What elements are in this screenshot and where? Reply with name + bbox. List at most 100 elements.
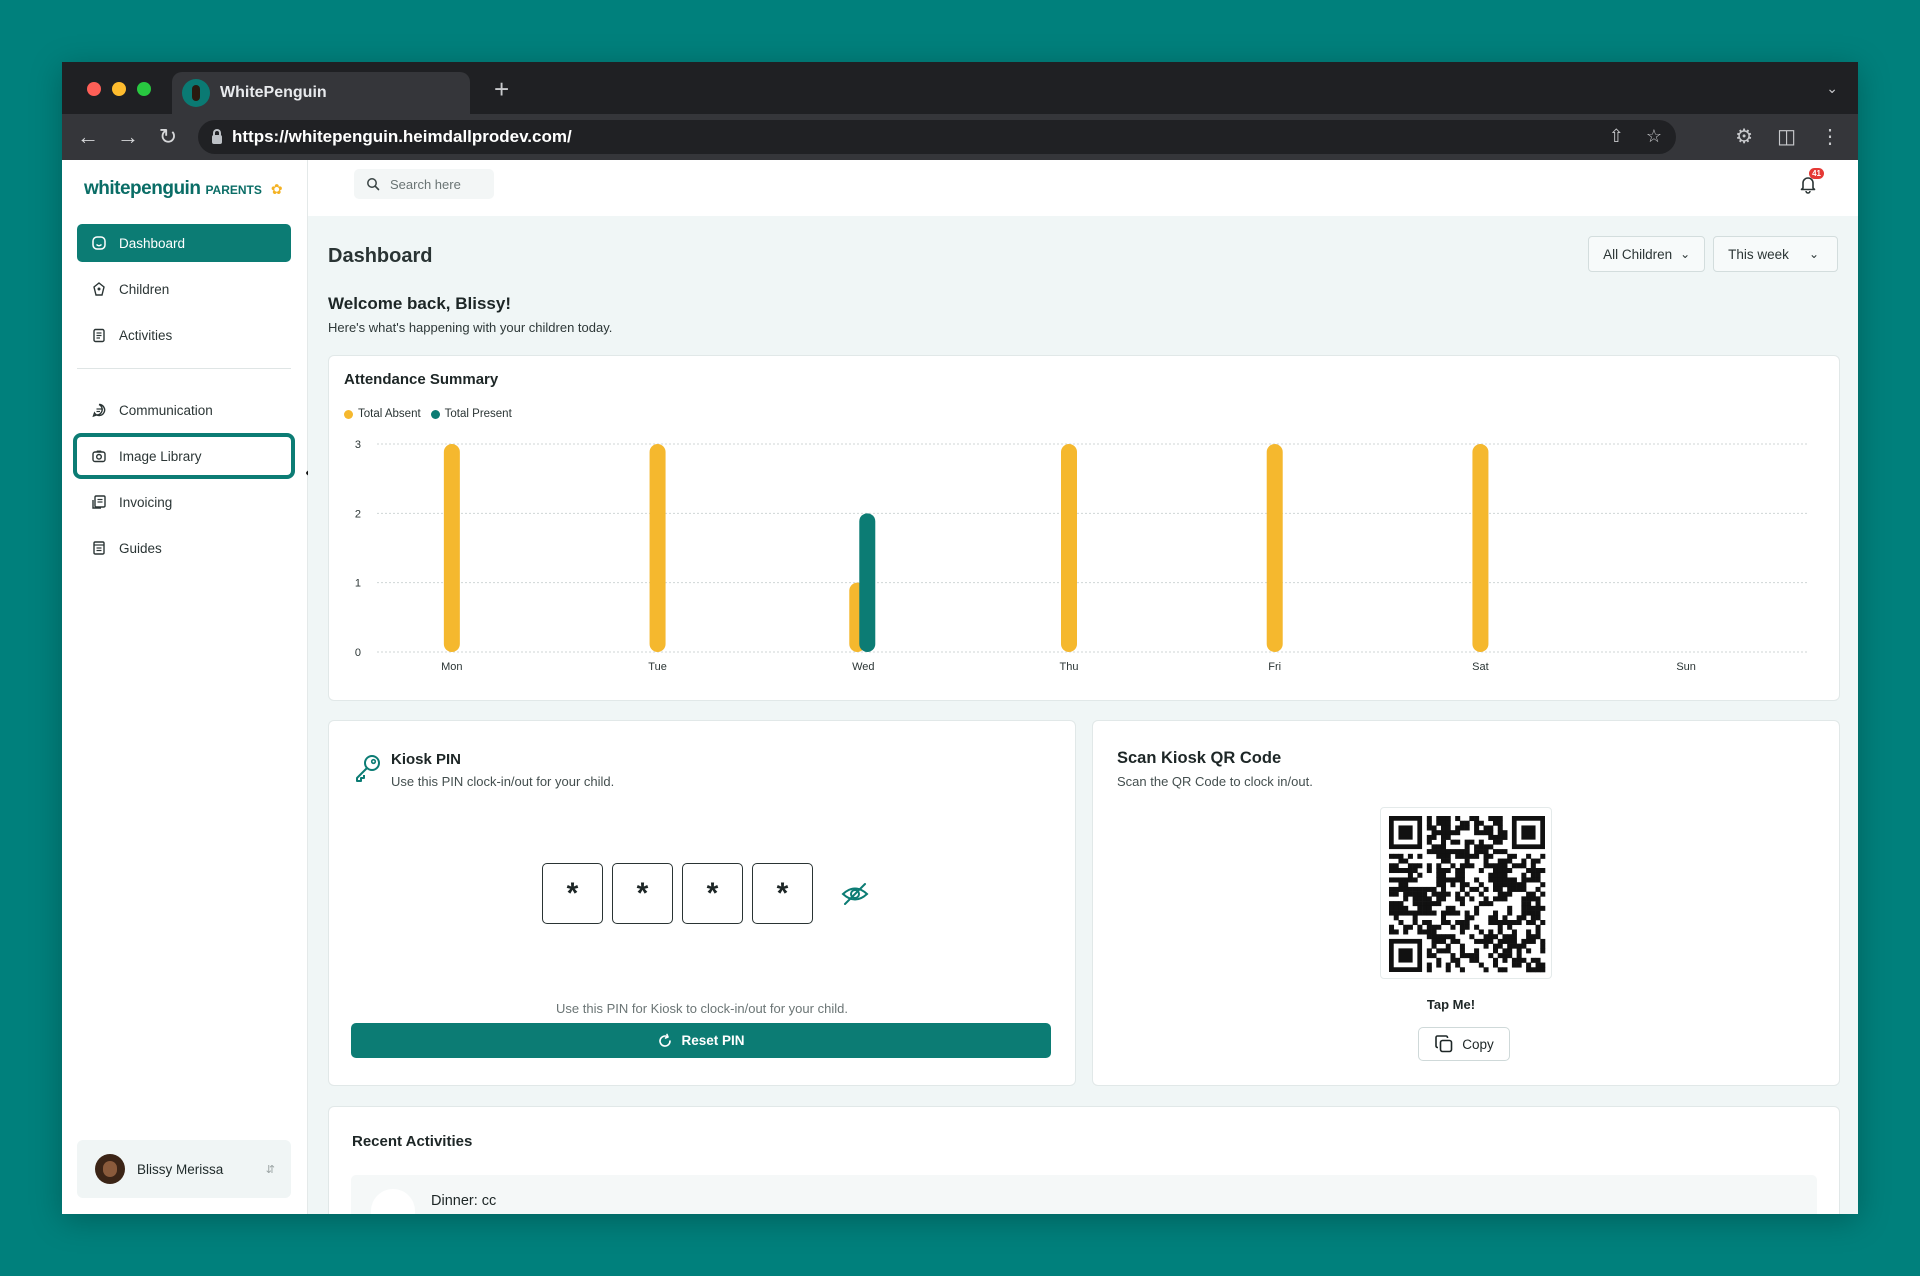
favicon-icon	[182, 79, 210, 107]
x-tick-label: Wed	[852, 661, 874, 673]
pin-display: * * * *	[542, 863, 870, 924]
kiosk-pin-subtitle: Use this PIN clock-in/out for your child…	[391, 774, 615, 789]
back-arrow-icon[interactable]: ←	[68, 124, 108, 150]
minimize-window-button[interactable]	[112, 82, 126, 96]
welcome-title: Welcome back, Blissy!	[328, 294, 511, 313]
y-tick-label: 1	[355, 578, 361, 590]
bar-absent-sat[interactable]	[1472, 444, 1489, 652]
user-menu[interactable]: Blissy Merissa ⇵	[77, 1140, 291, 1198]
y-tick-label: 3	[355, 439, 361, 451]
y-tick-label: 2	[355, 508, 361, 520]
sidebar-nav: Dashboard Children Activities Communicat…	[77, 224, 291, 575]
sidebar-item-dashboard[interactable]: Dashboard	[77, 224, 291, 262]
kiosk-qr-header: Scan Kiosk QR Code Scan the QR Code to c…	[1117, 749, 1313, 789]
url-text[interactable]: https://whitepenguin.heimdallprodev.com/	[232, 127, 572, 147]
reload-icon[interactable]: ↻	[148, 124, 188, 150]
tap-me-label[interactable]: Tap Me!	[1093, 997, 1839, 1012]
award-badge-icon: ✿	[270, 181, 283, 197]
forward-arrow-icon[interactable]: →	[108, 124, 148, 150]
pin-digit: *	[612, 863, 673, 924]
reset-pin-button[interactable]: Reset PIN	[351, 1023, 1051, 1058]
children-filter-dropdown[interactable]: All Children ⌄	[1588, 236, 1706, 272]
x-tick-label: Thu	[1060, 661, 1079, 673]
extensions-puzzle-icon[interactable]: ⚙	[1735, 124, 1753, 149]
browser-tab[interactable]: WhitePenguin	[172, 72, 470, 114]
sidebar-item-label: Dashboard	[119, 235, 186, 251]
close-window-button[interactable]	[87, 82, 101, 96]
sidebar-item-guides[interactable]: Guides	[77, 529, 291, 567]
sidebar-item-communication[interactable]: Communication	[77, 391, 291, 429]
camera-icon	[92, 450, 106, 463]
kiosk-pin-header: Kiosk PIN Use this PIN clock-in/out for …	[391, 751, 614, 789]
side-panel-icon[interactable]: ◫	[1777, 124, 1796, 149]
sidebar-item-children[interactable]: Children	[77, 270, 291, 308]
sidebar-item-invoicing[interactable]: Invoicing	[77, 483, 291, 521]
x-tick-label: Fri	[1268, 661, 1281, 673]
brand-name: whitepenguin	[84, 178, 201, 199]
sidebar-item-label: Image Library	[119, 448, 202, 464]
bar-absent-mon[interactable]	[443, 444, 460, 652]
kiosk-qr-title: Scan Kiosk QR Code	[1117, 749, 1282, 767]
attendance-chart: 0 1 2 3 Mon Tue Wed Thu Fri Sat Sun	[355, 439, 1809, 673]
x-tick-label: Mon	[441, 661, 462, 673]
activity-icon	[371, 1189, 415, 1214]
brand-tag: PARENTS	[205, 183, 262, 197]
qr-code-frame[interactable]	[1380, 807, 1552, 979]
sidebar-item-label: Activities	[119, 327, 173, 343]
kiosk-pin-title: Kiosk PIN	[391, 751, 462, 768]
search-box[interactable]	[354, 169, 494, 199]
lock-icon[interactable]	[212, 128, 222, 144]
sidebar-item-label: Children	[119, 281, 170, 297]
chevron-down-icon: ⌄	[1808, 247, 1819, 261]
reset-pin-label: Reset PIN	[681, 1033, 745, 1048]
new-tab-button[interactable]: +	[494, 74, 509, 105]
omnibox[interactable]: https://whitepenguin.heimdallprodev.com/…	[198, 120, 1676, 154]
page-title: Dashboard	[328, 245, 433, 267]
chevron-down-icon: ⌄	[1680, 247, 1691, 261]
browser-window: WhitePenguin + ⌄ ← → ↻ https://whitepeng…	[62, 62, 1858, 1214]
search-input[interactable]	[390, 176, 480, 192]
user-name: Blissy Merissa	[137, 1161, 224, 1177]
period-filter-value: This week	[1728, 246, 1789, 262]
qr-code-image[interactable]	[1381, 808, 1553, 980]
bar-absent-thu[interactable]	[1061, 444, 1077, 652]
book-icon	[93, 541, 105, 555]
y-tick-label: 0	[355, 647, 361, 659]
eye-off-icon[interactable]	[840, 879, 870, 909]
address-bar: ← → ↻ https://whitepenguin.heimdallprode…	[62, 114, 1858, 160]
sidebar-item-activities[interactable]: Activities	[77, 316, 291, 354]
bar-absent-tue[interactable]	[649, 444, 666, 652]
bar-present-wed[interactable]	[859, 513, 876, 652]
sidebar-divider	[77, 368, 291, 369]
invoice-icon	[92, 495, 106, 509]
bookmark-star-icon[interactable]: ☆	[1646, 126, 1662, 147]
chat-icon	[92, 403, 106, 418]
tab-search-chevron-icon[interactable]: ⌄	[1826, 80, 1838, 97]
maximize-window-button[interactable]	[137, 82, 151, 96]
refresh-icon	[659, 1033, 672, 1047]
children-icon	[93, 282, 105, 296]
x-tick-label: Sat	[1472, 661, 1489, 673]
copy-icon	[1435, 1035, 1453, 1053]
pin-digit: *	[752, 863, 813, 924]
more-menu-icon[interactable]: ⋮	[1820, 124, 1840, 149]
x-tick-label: Sun	[1676, 661, 1696, 673]
bar-absent-fri[interactable]	[1266, 444, 1283, 652]
window-controls	[87, 82, 151, 96]
x-tick-label: Tue	[648, 661, 667, 673]
sidebar-item-image-library[interactable]: Image Library	[77, 437, 291, 475]
copy-button[interactable]: Copy	[1418, 1027, 1510, 1061]
copy-label: Copy	[1462, 1036, 1494, 1052]
share-icon[interactable]: ⇧	[1609, 126, 1624, 147]
kiosk-qr-subtitle: Scan the QR Code to clock in/out.	[1117, 774, 1313, 789]
list-item[interactable]: Dinner: cc	[351, 1175, 1817, 1214]
recent-activities-card: Recent Activities Dinner: cc	[328, 1106, 1840, 1214]
chevron-updown-icon: ⇵	[265, 1163, 275, 1176]
welcome-subtitle: Here's what's happening with your childr…	[328, 320, 613, 335]
brand-logo[interactable]: whitepenguin PARENTS ✿	[84, 178, 283, 200]
main-content: 41 Dashboard All Children ⌄ This week ⌄ …	[308, 160, 1858, 1214]
period-filter-dropdown[interactable]: This week ⌄	[1713, 236, 1838, 272]
sidebar: whitepenguin PARENTS ✿ Dashboard Childre…	[62, 160, 308, 1214]
tab-bar: WhitePenguin + ⌄	[62, 62, 1858, 114]
notification-badge: 41	[1809, 168, 1824, 179]
